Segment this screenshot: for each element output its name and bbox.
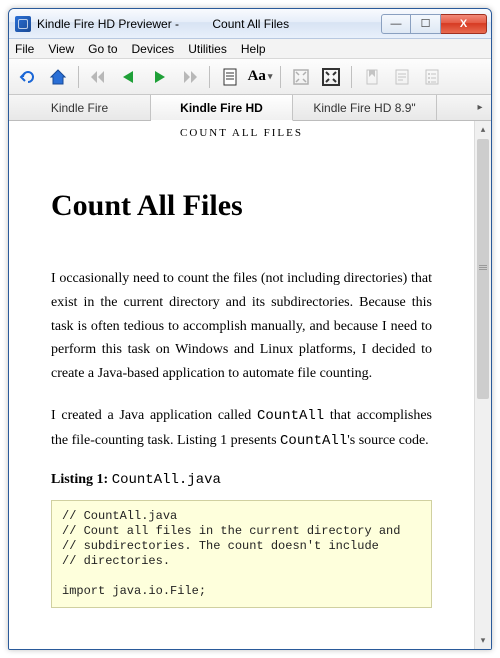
minimize-button[interactable]: — bbox=[381, 14, 411, 34]
toolbar-separator bbox=[78, 66, 79, 88]
prev-page-button[interactable] bbox=[116, 64, 142, 90]
font-label: Aa bbox=[248, 68, 266, 85]
window-title: Kindle Fire HD Previewer - Count All Fil… bbox=[37, 17, 289, 31]
page-icon bbox=[222, 68, 238, 86]
fit-width-icon bbox=[292, 68, 310, 86]
tab-kindle-fire-hd-89[interactable]: Kindle Fire HD 8.9" bbox=[293, 95, 437, 120]
toc-icon bbox=[424, 68, 440, 86]
running-head: COUNT ALL FILES bbox=[51, 121, 432, 141]
scroll-down-button[interactable]: ▾ bbox=[475, 632, 491, 649]
bookmark-button[interactable] bbox=[359, 64, 385, 90]
document-page: COUNT ALL FILES Count All Files I occasi… bbox=[9, 121, 474, 649]
bookmark-icon bbox=[364, 68, 380, 86]
tab-overflow-button[interactable]: ▸ bbox=[471, 95, 489, 120]
toolbar: Aa ▾ bbox=[9, 59, 491, 95]
next-page-button[interactable] bbox=[146, 64, 172, 90]
fit-page-button[interactable] bbox=[318, 64, 344, 90]
paragraph: I created a Java application called Coun… bbox=[51, 404, 432, 454]
page-view-button[interactable] bbox=[217, 64, 243, 90]
menu-view[interactable]: View bbox=[48, 42, 74, 56]
menu-file[interactable]: File bbox=[15, 42, 34, 56]
toc-button[interactable] bbox=[419, 64, 445, 90]
notes-icon bbox=[394, 68, 410, 86]
titlebar[interactable]: Kindle Fire HD Previewer - Count All Fil… bbox=[9, 9, 491, 39]
scroll-thumb[interactable] bbox=[477, 139, 489, 399]
fit-page-icon bbox=[321, 67, 341, 87]
close-button[interactable]: X bbox=[441, 14, 487, 34]
last-icon bbox=[180, 70, 198, 84]
menu-help[interactable]: Help bbox=[241, 42, 266, 56]
toolbar-separator bbox=[209, 66, 210, 88]
menu-goto[interactable]: Go to bbox=[88, 42, 117, 56]
notes-button[interactable] bbox=[389, 64, 415, 90]
toolbar-separator bbox=[280, 66, 281, 88]
toolbar-separator bbox=[351, 66, 352, 88]
tab-kindle-fire-hd[interactable]: Kindle Fire HD bbox=[151, 95, 293, 121]
scroll-up-button[interactable]: ▴ bbox=[475, 121, 491, 138]
next-icon bbox=[151, 70, 167, 84]
first-icon bbox=[90, 70, 108, 84]
code-listing: // CountAll.java // Count all files in t… bbox=[51, 500, 432, 608]
window-controls: — ☐ X bbox=[381, 14, 487, 34]
undo-button[interactable] bbox=[15, 64, 41, 90]
first-page-button[interactable] bbox=[86, 64, 112, 90]
font-size-dropdown[interactable]: Aa ▾ bbox=[247, 64, 273, 90]
content-area: COUNT ALL FILES Count All Files I occasi… bbox=[9, 121, 491, 649]
menu-devices[interactable]: Devices bbox=[132, 42, 175, 56]
vertical-scrollbar[interactable]: ▴ ▾ bbox=[474, 121, 491, 649]
menu-utilities[interactable]: Utilities bbox=[188, 42, 227, 56]
tab-kindle-fire[interactable]: Kindle Fire bbox=[9, 95, 151, 120]
prev-icon bbox=[121, 70, 137, 84]
app-window: Kindle Fire HD Previewer - Count All Fil… bbox=[8, 8, 492, 650]
paragraph: I occasionally need to count the files (… bbox=[51, 267, 432, 386]
document-title: Count All Files bbox=[51, 189, 432, 223]
listing-caption: Listing 1: CountAll.java bbox=[51, 472, 432, 488]
fit-width-button[interactable] bbox=[288, 64, 314, 90]
maximize-button[interactable]: ☐ bbox=[411, 14, 441, 34]
scroll-grip-icon bbox=[477, 265, 489, 273]
last-page-button[interactable] bbox=[176, 64, 202, 90]
app-icon bbox=[15, 16, 31, 32]
home-button[interactable] bbox=[45, 64, 71, 90]
menubar: File View Go to Devices Utilities Help bbox=[9, 39, 491, 59]
undo-icon bbox=[19, 68, 37, 86]
home-icon bbox=[49, 68, 67, 86]
device-tabbar: Kindle Fire Kindle Fire HD Kindle Fire H… bbox=[9, 95, 491, 121]
chevron-down-icon: ▾ bbox=[268, 71, 273, 82]
